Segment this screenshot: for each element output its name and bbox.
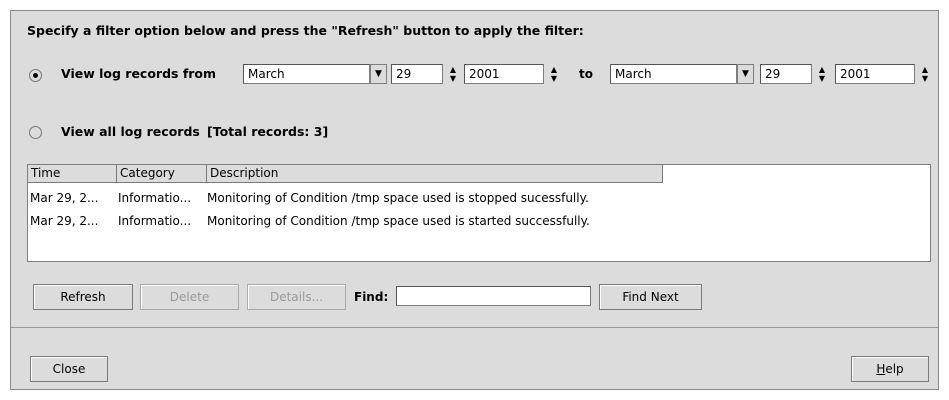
to-day-field[interactable]: 29 [760,64,812,84]
cell-description: Monitoring of Condition /tmp space used … [207,214,590,228]
filter-instruction: Specify a filter option below and press … [27,23,584,38]
column-header-time[interactable]: Time [28,165,117,183]
column-header-category[interactable]: Category [117,165,207,183]
find-label: Find: [354,290,389,304]
table-row[interactable]: Mar 29, 2... Informatio... Monitoring of… [28,211,930,231]
from-year-field[interactable]: 2001 [464,64,544,84]
delete-button[interactable]: Delete [140,284,239,310]
spinner-arrows-icon[interactable]: ▲ ▼ [815,65,829,85]
log-table[interactable]: Time Category Description Mar 29, 2... I… [27,164,931,262]
chevron-down-icon[interactable]: ▼ [370,64,387,84]
from-day-field[interactable]: 29 [391,64,443,84]
to-year-field[interactable]: 2001 [835,64,915,84]
help-label-rest: elp [885,362,904,376]
total-records-label: [Total records: 3] [207,124,329,139]
help-button[interactable]: Help [851,356,929,382]
details-button[interactable]: Details... [247,284,346,310]
refresh-button[interactable]: Refresh [33,284,133,310]
spinner-arrows-icon[interactable]: ▲ ▼ [446,65,460,85]
to-label: to [579,67,593,81]
cell-description: Monitoring of Condition /tmp space used … [207,191,589,205]
range-label: View log records from [61,66,217,81]
to-month-select[interactable]: March [610,64,737,84]
chevron-down-icon[interactable]: ▼ [737,64,754,84]
spinner-arrows-icon[interactable]: ▲ ▼ [918,65,932,85]
close-button[interactable]: Close [30,356,108,382]
table-row[interactable]: Mar 29, 2... Informatio... Monitoring of… [28,188,930,208]
help-mnemonic: H [876,362,886,376]
find-input[interactable] [396,286,591,306]
cell-category: Informatio... [118,191,192,205]
divider [11,327,938,328]
all-records-radio[interactable] [29,126,42,139]
log-viewer-panel: Specify a filter option below and press … [10,10,939,390]
cell-time: Mar 29, 2... [30,191,99,205]
spinner-arrows-icon[interactable]: ▲ ▼ [547,65,561,85]
column-header-description[interactable]: Description [207,165,663,183]
find-next-button[interactable]: Find Next [599,284,702,310]
range-radio[interactable] [29,69,42,82]
from-month-select[interactable]: March [243,64,370,84]
all-records-label: View all log records [61,124,200,139]
cell-category: Informatio... [118,214,192,228]
cell-time: Mar 29, 2... [30,214,99,228]
